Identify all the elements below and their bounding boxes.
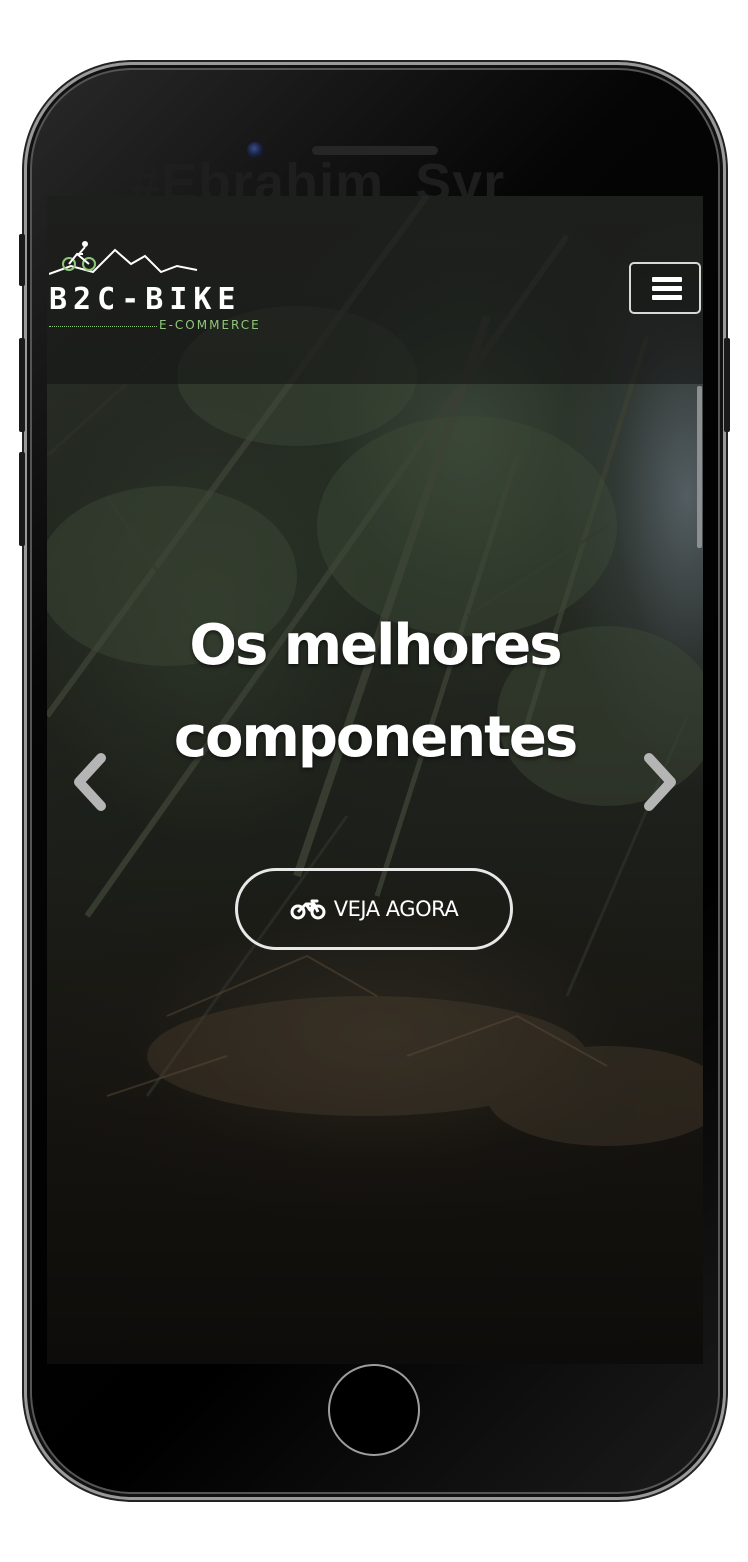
carousel-prev-button[interactable] (69, 752, 109, 812)
hamburger-icon (652, 277, 682, 282)
veja-agora-label: VEJA AGORA (333, 897, 459, 921)
mute-switch (19, 234, 25, 286)
volume-down-button (19, 452, 25, 546)
logo-divider (49, 326, 157, 327)
navbar: B2C-BIKE E-COMMERCE (47, 196, 703, 384)
logo-tagline: E-COMMERCE (159, 318, 261, 332)
phone-screen: B2C-BIKE E-COMMERCE Os melhores componen… (47, 196, 703, 1364)
hero-title: Os melhores componentes (47, 600, 703, 784)
logo-wordmark: B2C-BIKE (49, 282, 242, 317)
chevron-left-icon (74, 753, 106, 811)
earpiece-speaker (312, 146, 438, 155)
hero-title-line-1: Os melhores (189, 613, 562, 678)
carousel-next-button[interactable] (641, 752, 681, 812)
front-camera (247, 142, 263, 158)
motorcycle-icon (290, 899, 326, 920)
chevron-right-icon (644, 753, 676, 811)
home-button (328, 1364, 420, 1456)
cyclist-mountain-icon (49, 241, 198, 275)
scrollbar[interactable] (697, 386, 702, 548)
veja-agora-button[interactable]: VEJA AGORA (235, 868, 513, 950)
hero-title-line-2: componentes (173, 705, 578, 770)
brand-logo[interactable]: B2C-BIKE E-COMMERCE (49, 236, 299, 334)
menu-toggle-button[interactable] (629, 262, 701, 314)
power-button (724, 338, 730, 432)
hamburger-icon (652, 295, 682, 300)
volume-up-button (19, 338, 25, 432)
hamburger-icon (652, 286, 682, 291)
page: #Ebrahim_Syr B2C-BIKE E-COMMERCE Os melh… (0, 0, 748, 1562)
